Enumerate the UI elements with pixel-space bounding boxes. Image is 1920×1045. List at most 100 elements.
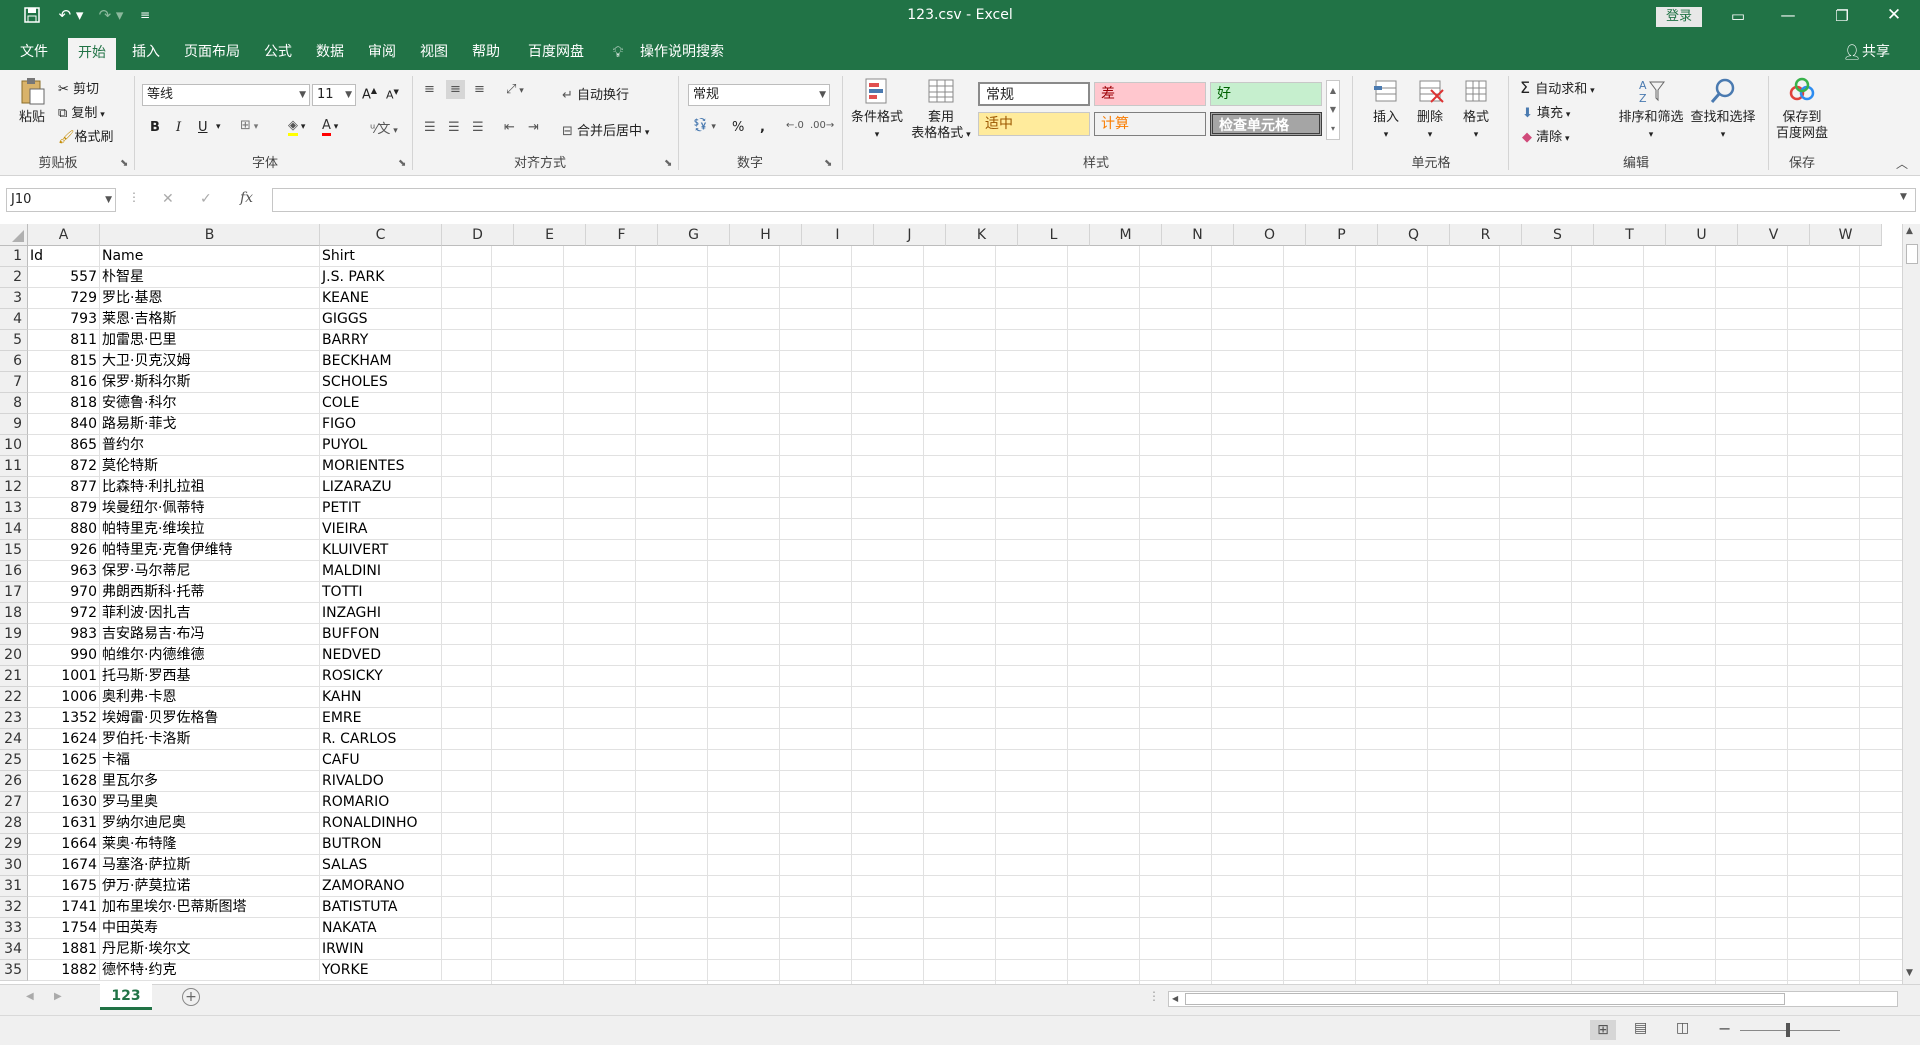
column-header-c[interactable]: C — [320, 224, 442, 246]
insert-function-button[interactable]: fx — [240, 190, 253, 206]
zoom-slider[interactable] — [1740, 1030, 1840, 1031]
style-good[interactable]: 好 — [1210, 82, 1322, 106]
cell-shirt[interactable]: PETIT — [320, 498, 442, 519]
align-center-icon[interactable]: ☰ — [448, 120, 460, 135]
normal-view-icon[interactable]: ⊞ — [1590, 1020, 1616, 1040]
fill-button[interactable]: ⬇ 填充 ▾ — [1522, 102, 1570, 121]
row-header[interactable]: 18 — [0, 603, 28, 624]
cell-shirt[interactable]: BUFFON — [320, 624, 442, 645]
cell-id[interactable]: 840 — [28, 414, 100, 435]
cell-name[interactable]: 埃姆雷·贝罗佐格鲁 — [100, 708, 320, 729]
cell-shirt[interactable]: COLE — [320, 393, 442, 414]
cell-shirt[interactable]: CAFU — [320, 750, 442, 771]
italic-button[interactable]: I — [176, 120, 181, 135]
tab-file[interactable]: 文件 — [10, 34, 58, 70]
row-header[interactable]: 8 — [0, 393, 28, 414]
styles-scroll[interactable]: ▲ ▼ ▾ — [1326, 80, 1340, 140]
minimize-icon[interactable]: — — [1778, 5, 1798, 25]
grow-font-icon[interactable]: A▲ — [362, 86, 377, 102]
cell-id[interactable]: 972 — [28, 603, 100, 624]
style-bad[interactable]: 差 — [1094, 82, 1206, 106]
cell-shirt[interactable]: BUTRON — [320, 834, 442, 855]
cell-name[interactable]: 弗朗西斯科·托蒂 — [100, 582, 320, 603]
cell-name[interactable]: 普约尔 — [100, 435, 320, 456]
row-header[interactable]: 27 — [0, 792, 28, 813]
column-header-m[interactable]: M — [1090, 224, 1162, 246]
cell-name[interactable]: 托马斯·罗西基 — [100, 666, 320, 687]
cell-shirt[interactable]: LIZARAZU — [320, 477, 442, 498]
row-header[interactable]: 31 — [0, 876, 28, 897]
style-check-cell[interactable]: 检查单元格 — [1210, 112, 1322, 136]
formula-bar-grip[interactable]: ⋮ — [128, 190, 140, 204]
cell-name[interactable]: 伊万·萨莫拉诺 — [100, 876, 320, 897]
tab-insert[interactable]: 插入 — [122, 34, 170, 70]
cell-name[interactable]: 帕维尔·内德维德 — [100, 645, 320, 666]
row-header[interactable]: 9 — [0, 414, 28, 435]
cell-name[interactable]: 罗马里奥 — [100, 792, 320, 813]
expand-formula-bar-icon[interactable]: ▼ — [1900, 192, 1907, 202]
format-as-table-button[interactable]: 套用 表格格式 ▾ — [908, 76, 974, 143]
cell-id[interactable]: 729 — [28, 288, 100, 309]
middle-align-icon[interactable]: ≡ — [446, 80, 465, 99]
cell-name[interactable]: 菲利波·因扎吉 — [100, 603, 320, 624]
horizontal-scrollbar[interactable]: ◀ — [1168, 991, 1898, 1007]
column-header-j[interactable]: J — [874, 224, 946, 246]
close-icon[interactable]: ✕ — [1884, 5, 1904, 25]
format-cells-button[interactable]: 格式 ▾ — [1456, 76, 1496, 143]
cell-id[interactable]: 1674 — [28, 855, 100, 876]
increase-decimal-icon[interactable]: ←.0 — [786, 120, 804, 131]
row-header[interactable]: 2 — [0, 267, 28, 288]
cell-id[interactable]: 1625 — [28, 750, 100, 771]
row-header[interactable]: 33 — [0, 918, 28, 939]
row-header[interactable]: 6 — [0, 351, 28, 372]
cell-shirt[interactable]: NEDVED — [320, 645, 442, 666]
cell-id[interactable]: 1675 — [28, 876, 100, 897]
format-painter-button[interactable]: 🖌︎格式刷 — [58, 126, 114, 145]
zoom-out-icon[interactable]: − — [1718, 1019, 1731, 1038]
cell-shirt[interactable]: SALAS — [320, 855, 442, 876]
cell-shirt[interactable]: MORIENTES — [320, 456, 442, 477]
font-size-combo[interactable]: 11 ▼ — [312, 84, 356, 106]
row-header[interactable]: 10 — [0, 435, 28, 456]
cell-shirt[interactable]: YORKE — [320, 960, 442, 981]
worksheet-grid[interactable]: ABCDEFGHIJKLMNOPQRSTUVW 1 Id Name Shirt 2 557… — [0, 224, 1920, 984]
row-header[interactable]: 11 — [0, 456, 28, 477]
row-header[interactable]: 17 — [0, 582, 28, 603]
column-header-q[interactable]: Q — [1378, 224, 1450, 246]
cell-shirt-header[interactable]: Shirt — [320, 246, 442, 267]
login-button[interactable]: 登录 — [1656, 7, 1702, 27]
phonetic-icon[interactable]: ᵘ⁄文 ▾ — [370, 118, 398, 137]
cell-name[interactable]: 罗伯托·卡洛斯 — [100, 729, 320, 750]
number-launcher-icon[interactable]: ⬊ — [824, 154, 832, 174]
cell-name[interactable]: 莱恩·吉格斯 — [100, 309, 320, 330]
cancel-entry-icon[interactable]: ✕ — [162, 191, 174, 207]
cell-name[interactable]: 安德鲁·科尔 — [100, 393, 320, 414]
cell-name[interactable]: 马塞洛·萨拉斯 — [100, 855, 320, 876]
tab-formulas[interactable]: 公式 — [254, 34, 302, 70]
cell-shirt[interactable]: SCHOLES — [320, 372, 442, 393]
sheet-tab-123[interactable]: 123 — [100, 984, 152, 1010]
cell-shirt[interactable]: FIGO — [320, 414, 442, 435]
cell-name[interactable]: 加雷思·巴里 — [100, 330, 320, 351]
row-header[interactable]: 20 — [0, 645, 28, 666]
cell-id[interactable]: 1006 — [28, 687, 100, 708]
save-to-baidu-button[interactable]: 保存到 百度网盘 — [1774, 76, 1830, 142]
increase-indent-icon[interactable]: ⇥ — [528, 120, 539, 135]
scroll-up-icon[interactable]: ▲ — [1906, 226, 1913, 236]
row-header[interactable]: 28 — [0, 813, 28, 834]
column-header-w[interactable]: W — [1810, 224, 1882, 246]
cell-id[interactable]: 1741 — [28, 897, 100, 918]
cell-name[interactable]: 卡福 — [100, 750, 320, 771]
collapse-ribbon-icon[interactable]: ︿ — [1896, 154, 1908, 174]
ribbon-display-options-icon[interactable]: ▭ — [1728, 6, 1748, 26]
cell-shirt[interactable]: ROMARIO — [320, 792, 442, 813]
restore-icon[interactable]: ❐ — [1832, 6, 1852, 26]
clear-button[interactable]: ◆ 清除 ▾ — [1522, 126, 1570, 145]
column-header-n[interactable]: N — [1162, 224, 1234, 246]
currency-icon[interactable]: 💱︎ ▾ — [692, 118, 716, 133]
row-header[interactable]: 35 — [0, 960, 28, 981]
style-calculation[interactable]: 计算 — [1094, 112, 1206, 136]
column-header-u[interactable]: U — [1666, 224, 1738, 246]
row-header[interactable]: 30 — [0, 855, 28, 876]
cell-id[interactable]: 1664 — [28, 834, 100, 855]
